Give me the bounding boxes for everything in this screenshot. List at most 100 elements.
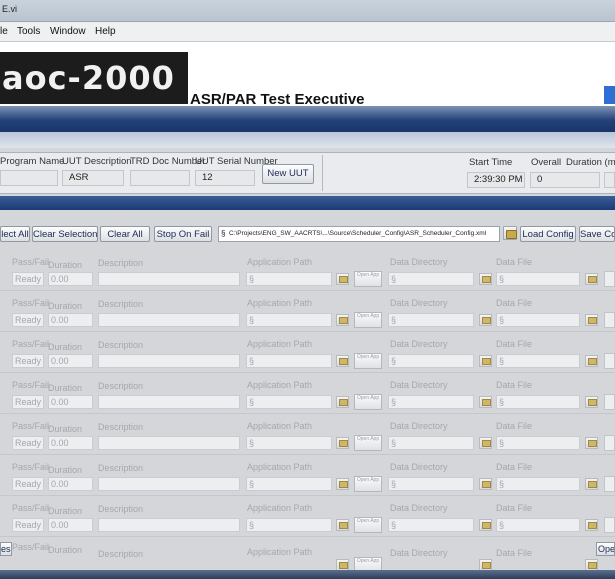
application-path-field[interactable]: §: [246, 395, 332, 409]
dir-folder-icon[interactable]: [479, 273, 492, 285]
data-file-field[interactable]: §: [496, 436, 580, 450]
load-config-button[interactable]: Load Config: [520, 226, 576, 242]
data-directory-label: Data Directory: [390, 257, 448, 267]
dir-folder-icon[interactable]: [479, 519, 492, 531]
open-app-button[interactable]: Open App: [354, 435, 382, 451]
config-path-field[interactable]: § C:\Projects\ENG_SW_AACRTS\...\Source\S…: [218, 226, 500, 242]
row-edge-button[interactable]: [604, 435, 615, 451]
dir-folder-icon[interactable]: [479, 314, 492, 326]
browse-folder-icon[interactable]: [503, 226, 517, 240]
app-folder-icon[interactable]: [336, 355, 349, 367]
description-field[interactable]: [98, 354, 240, 368]
open-app-button[interactable]: Open App: [354, 271, 382, 287]
open-app-button[interactable]: Open App: [354, 517, 382, 533]
menu-help[interactable]: Help: [95, 26, 116, 37]
application-path-field[interactable]: §: [246, 272, 332, 286]
program-name-field[interactable]: [0, 170, 58, 186]
duration-label: Duration: [48, 383, 83, 393]
clear-selection-button[interactable]: Clear Selection: [32, 226, 98, 242]
data-directory-label: Data Directory: [390, 380, 448, 390]
file-folder-icon[interactable]: [585, 355, 598, 367]
pass-fail-label: Pass/Fail: [12, 503, 50, 513]
app-folder-icon[interactable]: [336, 519, 349, 531]
description-field[interactable]: [98, 395, 240, 409]
data-file-field[interactable]: §: [496, 395, 580, 409]
stop-on-fail-toggle[interactable]: Stop On Fail: [154, 226, 212, 242]
application-path-field[interactable]: §: [246, 477, 332, 491]
select-all-button[interactable]: lect All: [0, 226, 30, 242]
save-config-button[interactable]: Save Co: [579, 226, 615, 242]
open-app-button[interactable]: Open App: [354, 353, 382, 369]
trd-doc-field[interactable]: [130, 170, 190, 186]
open-app-button[interactable]: Open App: [354, 476, 382, 492]
menu-file[interactable]: le: [0, 26, 8, 37]
duration-label: Duration: [48, 424, 83, 434]
menu-tools[interactable]: Tools: [17, 26, 40, 37]
app-folder-icon[interactable]: [336, 437, 349, 449]
duration-label: Duration: [48, 342, 83, 352]
dir-folder-icon[interactable]: [479, 355, 492, 367]
file-folder-icon[interactable]: [585, 396, 598, 408]
data-directory-field[interactable]: §: [388, 518, 474, 532]
description-field[interactable]: [98, 477, 240, 491]
description-field[interactable]: [98, 436, 240, 450]
uut-serial-field[interactable]: 12: [195, 170, 255, 186]
clear-all-button[interactable]: Clear All: [100, 226, 150, 242]
data-directory-field[interactable]: §: [388, 354, 474, 368]
application-path-field[interactable]: §: [246, 354, 332, 368]
row-edge-button[interactable]: [604, 517, 615, 533]
application-path-label: Application Path: [247, 421, 313, 431]
row-edge-button[interactable]: [604, 312, 615, 328]
data-directory-field[interactable]: §: [388, 272, 474, 286]
file-folder-icon[interactable]: [585, 314, 598, 326]
menu-window[interactable]: Window: [50, 26, 86, 37]
duration-field: 0.00: [48, 436, 93, 450]
app-folder-icon[interactable]: [336, 396, 349, 408]
dir-folder-icon[interactable]: [479, 478, 492, 490]
pass-fail-label: Pass/Fail: [12, 380, 50, 390]
data-directory-field[interactable]: §: [388, 395, 474, 409]
file-folder-icon[interactable]: [585, 437, 598, 449]
row-edge-button[interactable]: [604, 271, 615, 287]
data-directory-field[interactable]: §: [388, 436, 474, 450]
file-folder-icon[interactable]: [585, 273, 598, 285]
dir-folder-icon[interactable]: [479, 437, 492, 449]
file-folder-icon[interactable]: [585, 519, 598, 531]
data-directory-label: Data Directory: [390, 503, 448, 513]
app-folder-icon[interactable]: [336, 478, 349, 490]
data-file-label: Data File: [496, 548, 533, 558]
dir-folder-icon[interactable]: [479, 396, 492, 408]
open-app-button[interactable]: Open App: [354, 394, 382, 410]
row-edge-button[interactable]: [604, 476, 615, 492]
data-file-field[interactable]: §: [496, 354, 580, 368]
app-folder-icon[interactable]: [336, 314, 349, 326]
description-field[interactable]: [98, 313, 240, 327]
start-time-label: Start Time: [469, 157, 513, 168]
row-edge-button[interactable]: [604, 353, 615, 369]
data-file-field[interactable]: §: [496, 477, 580, 491]
application-path-field[interactable]: §: [246, 313, 332, 327]
duration-label: Duration: [48, 545, 83, 555]
file-folder-icon[interactable]: [585, 478, 598, 490]
data-file-field[interactable]: §: [496, 313, 580, 327]
uut-description-field[interactable]: ASR: [62, 170, 124, 186]
application-path-field[interactable]: §: [246, 518, 332, 532]
app-folder-icon[interactable]: [336, 273, 349, 285]
data-directory-field[interactable]: §: [388, 477, 474, 491]
new-uut-button[interactable]: New UUT: [262, 164, 314, 184]
open-button-clipped[interactable]: Ope: [596, 542, 615, 556]
start-time-field: 2:39:30 PM: [467, 172, 525, 188]
open-app-button[interactable]: Open App: [354, 312, 382, 328]
pass-fail-label: Pass/Fail: [12, 542, 50, 552]
duration-label: Duration: [48, 506, 83, 516]
description-field[interactable]: [98, 518, 240, 532]
test-row: Pass/Fail Duration Description Applicati…: [0, 455, 615, 496]
data-directory-field[interactable]: §: [388, 313, 474, 327]
row-edge-button[interactable]: [604, 394, 615, 410]
process-button-clipped[interactable]: ess: [0, 542, 12, 556]
data-file-field[interactable]: §: [496, 272, 580, 286]
data-file-label: Data File: [496, 380, 533, 390]
description-field[interactable]: [98, 272, 240, 286]
application-path-field[interactable]: §: [246, 436, 332, 450]
data-file-field[interactable]: §: [496, 518, 580, 532]
